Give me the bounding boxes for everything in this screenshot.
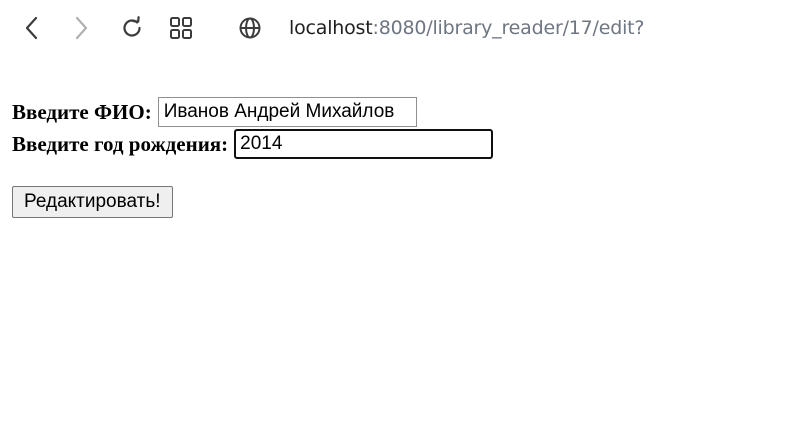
year-row: Введите год рождения: xyxy=(12,128,494,160)
site-info-button[interactable] xyxy=(232,10,268,46)
browser-toolbar: localhost:8080/library_reader/17/edit? xyxy=(0,0,789,56)
url-host: localhost xyxy=(289,17,373,39)
url-path: :8080/library_reader/17/edit? xyxy=(372,17,645,39)
year-label: Введите год рождения: xyxy=(12,131,229,156)
forward-button[interactable] xyxy=(63,10,99,46)
birth-year-input[interactable] xyxy=(234,129,494,159)
chevron-right-icon xyxy=(75,16,88,40)
address-bar[interactable]: localhost:8080/library_reader/17/edit? xyxy=(289,14,645,42)
submit-edit-button[interactable]: Редактировать! xyxy=(12,186,173,218)
name-row: Введите ФИО: xyxy=(12,96,493,128)
grid-icon xyxy=(170,17,192,39)
edit-reader-form: Введите ФИО: Введите год рождения: xyxy=(12,96,494,160)
globe-icon xyxy=(239,17,261,39)
reload-button[interactable] xyxy=(114,10,150,46)
back-button[interactable] xyxy=(14,10,50,46)
name-label: Введите ФИО: xyxy=(12,99,152,124)
apps-button[interactable] xyxy=(163,10,199,46)
name-input[interactable] xyxy=(157,97,417,127)
chevron-left-icon xyxy=(25,16,38,40)
reload-icon xyxy=(123,16,141,37)
